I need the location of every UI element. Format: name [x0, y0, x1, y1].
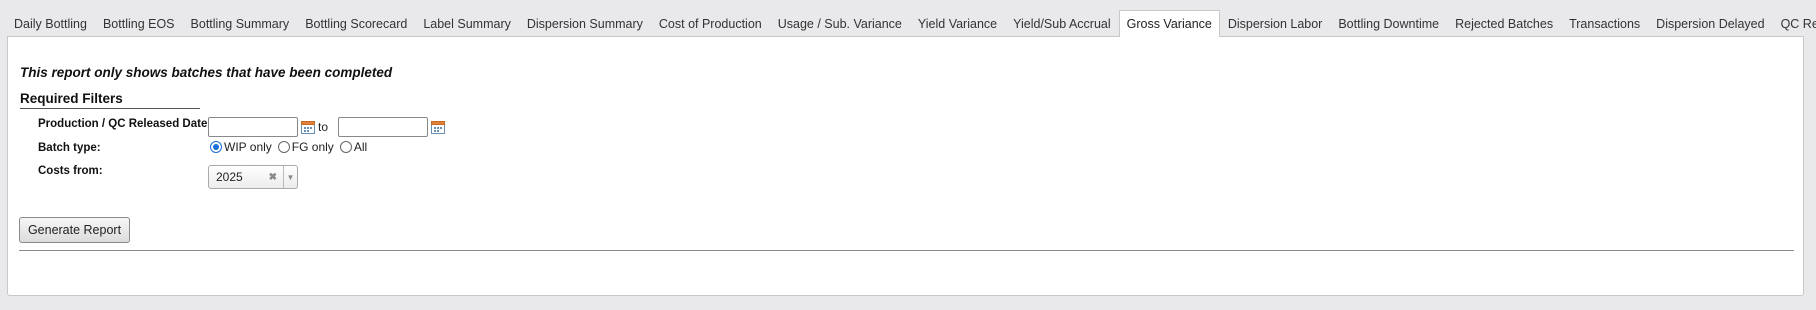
costs-from-label: Costs from:	[38, 165, 103, 177]
calendar-icon[interactable]	[431, 120, 445, 134]
all-radio[interactable]	[339, 141, 352, 153]
required-filters-heading: Required Filters	[20, 91, 200, 109]
report-panel: This report only shows batches that have…	[7, 36, 1804, 296]
all-label: All	[353, 140, 368, 154]
costs-from-value: 2025	[216, 170, 243, 184]
generate-report-button[interactable]: Generate Report	[19, 217, 130, 243]
tab-yield-sub-accrual[interactable]: Yield/Sub Accrual	[1005, 11, 1119, 36]
report-tabs: Daily Bottling Bottling EOS Bottling Sum…	[6, 10, 1816, 37]
costs-from-select[interactable]: 2025 ✖ ▼	[208, 165, 298, 189]
tab-usage-sub-variance[interactable]: Usage / Sub. Variance	[770, 11, 910, 36]
tab-cost-of-production[interactable]: Cost of Production	[651, 11, 770, 36]
tab-bottling-eos[interactable]: Bottling EOS	[95, 11, 183, 36]
tab-daily-bottling[interactable]: Daily Bottling	[6, 11, 95, 36]
tab-bottling-summary[interactable]: Bottling Summary	[183, 11, 298, 36]
calendar-icon[interactable]	[301, 120, 315, 134]
tab-yield-variance[interactable]: Yield Variance	[910, 11, 1005, 36]
to-label: to	[318, 120, 329, 134]
tab-dispersion-delayed[interactable]: Dispersion Delayed	[1648, 11, 1772, 36]
batch-type-label: Batch type:	[38, 142, 101, 154]
batch-type-wip-option[interactable]: WIP only	[210, 140, 272, 154]
batch-type-fg-option[interactable]: FG only	[277, 140, 334, 154]
tab-rejected-batches[interactable]: Rejected Batches	[1447, 11, 1561, 36]
tab-label-summary[interactable]: Label Summary	[415, 11, 519, 36]
batch-type-all-option[interactable]: All	[339, 140, 368, 154]
fg-only-radio[interactable]	[277, 141, 290, 153]
fg-only-label: FG only	[291, 140, 334, 154]
tab-dispersion-labor[interactable]: Dispersion Labor	[1220, 11, 1331, 36]
date-from-input[interactable]	[208, 117, 298, 137]
wip-only-label: WIP only	[224, 140, 272, 154]
tab-gross-variance[interactable]: Gross Variance	[1118, 10, 1220, 37]
date-to-input[interactable]	[338, 117, 428, 137]
tab-dispersion-summary[interactable]: Dispersion Summary	[519, 11, 651, 36]
clear-icon[interactable]: ✖	[269, 172, 277, 183]
results-divider	[19, 250, 1794, 251]
completed-batches-notice: This report only shows batches that have…	[20, 65, 393, 80]
wip-only-radio[interactable]	[210, 141, 222, 153]
tab-bottling-downtime[interactable]: Bottling Downtime	[1330, 11, 1447, 36]
date-range-label: Production / QC Released Date	[38, 118, 208, 130]
tab-bottling-scorecard[interactable]: Bottling Scorecard	[297, 11, 415, 36]
tab-qc-report[interactable]: QC Report	[1773, 11, 1816, 36]
batch-type-radio-group: WIP only FG only All	[210, 140, 373, 154]
tab-transactions[interactable]: Transactions	[1561, 11, 1648, 36]
chevron-down-icon[interactable]: ▼	[283, 166, 297, 188]
